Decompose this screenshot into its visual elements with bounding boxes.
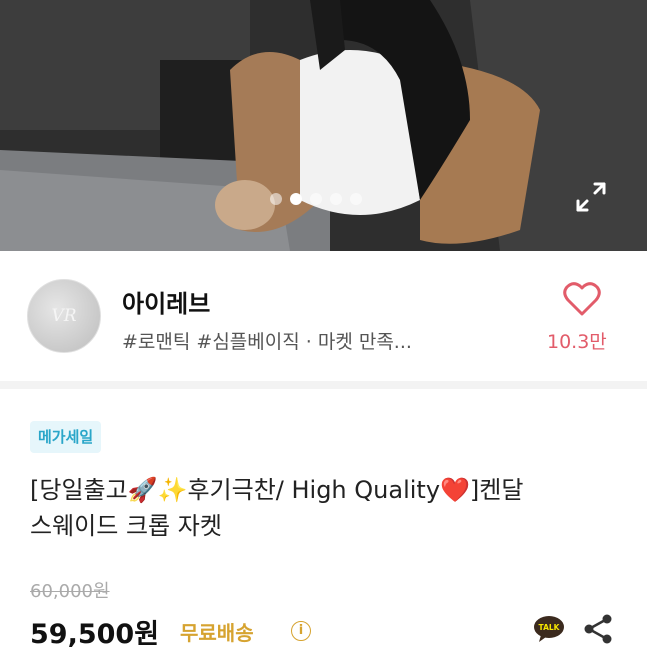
- original-price: 60,000원: [30, 581, 110, 602]
- kakaotalk-icon[interactable]: TALK: [533, 615, 565, 643]
- svg-text:TALK: TALK: [539, 623, 561, 632]
- sale-price: 59,500원: [30, 619, 160, 647]
- product-title: [당일출고🚀✨후기극찬/ High Quality❤️]켄달 스웨이드 크롭 자…: [30, 472, 630, 544]
- expand-icon[interactable]: [575, 181, 607, 213]
- heart-outline-icon[interactable]: [563, 281, 601, 317]
- shop-avatar-logo: VR: [51, 306, 77, 326]
- shop-tags: #로맨틱 #심플베이직 · 마켓 만족...: [122, 331, 412, 353]
- product-title-line: 스웨이드 크롭 자켓: [30, 512, 222, 540]
- carousel-indicator: [270, 193, 362, 205]
- carousel-dot[interactable]: [350, 193, 362, 205]
- carousel-dot[interactable]: [310, 193, 322, 205]
- section-divider: [0, 381, 647, 389]
- carousel-dot[interactable]: [330, 193, 342, 205]
- like-count: 10.3만: [547, 331, 607, 353]
- mega-sale-badge: 메가세일: [30, 421, 102, 453]
- carousel-dot[interactable]: [270, 193, 282, 205]
- product-photo: [0, 0, 647, 251]
- shop-info-row[interactable]: VR 아이레브 #로맨틱 #심플베이직 · 마켓 만족... 10.3만: [0, 251, 647, 381]
- carousel-dot-active[interactable]: [290, 193, 302, 205]
- shop-name[interactable]: 아이레브: [122, 284, 210, 319]
- share-icon[interactable]: [583, 613, 613, 645]
- shop-avatar[interactable]: VR: [27, 279, 101, 353]
- info-icon[interactable]: i: [291, 621, 311, 641]
- free-shipping-label: 무료배송: [180, 621, 254, 645]
- product-image-carousel[interactable]: [0, 0, 647, 251]
- product-title-line: [당일출고🚀✨후기극찬/ High Quality❤️]켄달: [30, 476, 524, 504]
